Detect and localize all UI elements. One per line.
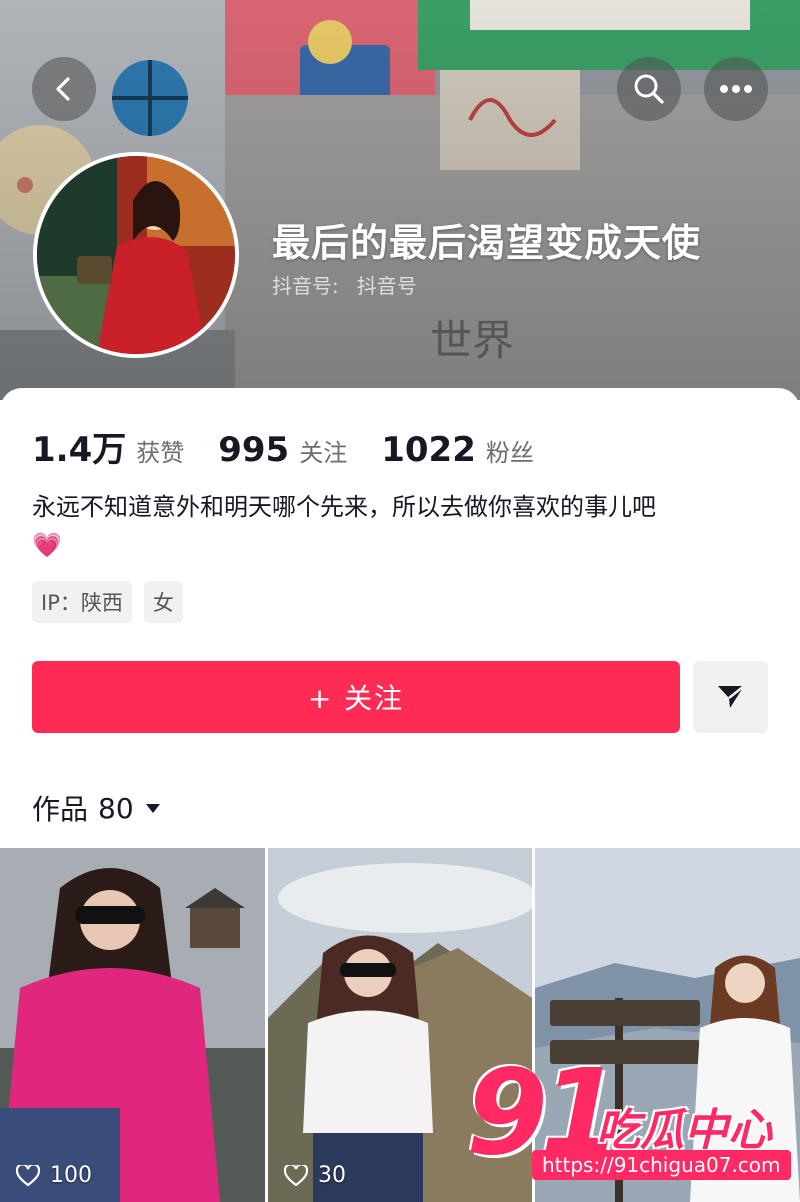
works-tab[interactable]: 作品 80 [32,788,162,828]
back-button[interactable] [32,57,96,121]
following-count[interactable]: 995 [218,430,289,470]
following-label: 关注 [299,439,348,467]
send-icon [717,685,745,708]
heart-outline-icon [284,1164,308,1186]
avatar[interactable] [33,152,239,358]
site-watermark: 91 吃瓜中心 https://91chigua07.com [466,1053,796,1186]
chevron-left-icon [56,77,70,101]
bio: 永远不知道意外和明天哪个先来，所以去做你喜欢的事儿吧 💗 [32,488,772,564]
followers-count[interactable]: 1022 [381,430,476,470]
more-dots-icon [720,85,752,93]
heart-outline-icon [16,1164,40,1186]
video-likes-count: 100 [50,1163,92,1188]
douyin-id[interactable]: 抖音号: 抖音号 [272,270,435,299]
gender-tag: 女 [143,581,183,623]
works-count: 80 [98,791,134,825]
video-likes-count: 30 [318,1163,346,1188]
works-label: 作品 [32,793,89,826]
watermark-text: 吃瓜中心 [596,1105,772,1156]
more-button[interactable] [704,57,768,121]
profile-header: 世界 最后的最后渴望变成天使 抖音号:抖音号 [0,0,800,400]
follow-button[interactable]: + 关注 [32,661,680,733]
stats-row: 1.4万 获赞 995 关注 1022 粉丝 [32,422,568,471]
video-cover-image [0,848,265,1202]
search-button[interactable] [617,57,681,121]
ip-location-tag: IP：陕西 [32,581,132,623]
douyin-id-label: 抖音号: [272,274,339,298]
profile-nickname: 最后的最后渴望变成天使 [272,221,702,265]
heart-emoji-icon: 💗 [32,531,62,559]
video-likes: 100 [16,1163,92,1188]
video-thumbnail[interactable]: 100 [0,848,265,1202]
followers-label: 粉丝 [485,439,534,467]
avatar-image [37,156,235,354]
video-likes: 30 [284,1163,346,1188]
watermark-url: https://91chigua07.com [532,1150,791,1180]
bio-text: 永远不知道意外和明天哪个先来，所以去做你喜欢的事儿吧 [32,493,656,521]
share-button[interactable] [693,661,768,733]
caret-down-icon [145,804,160,813]
search-icon [634,74,664,104]
likes-count[interactable]: 1.4万 [32,422,126,471]
douyin-id-value: 抖音号 [356,274,417,298]
likes-label: 获赞 [136,439,185,467]
profile-tags: IP：陕西 女 [32,581,183,623]
